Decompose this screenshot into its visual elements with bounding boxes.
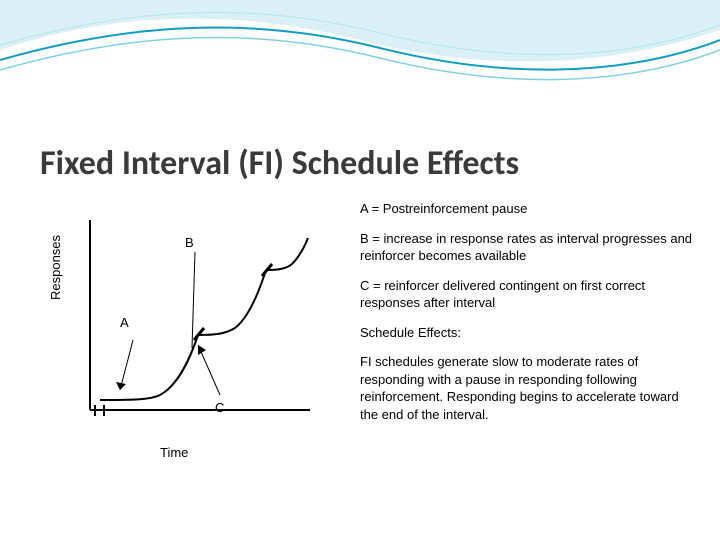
explanation-column: A = Postreinforcement pause B = increase… [360,200,700,500]
chart-label-a: A [120,315,129,330]
chart-label-c: C [215,400,224,415]
pointer-a [120,340,133,390]
arrowhead-a [116,382,126,390]
x-axis-label: Time [160,445,188,460]
legend-b: B = increase in response rates as interv… [360,230,700,265]
curve-segment-1 [100,335,198,400]
curve-segment-2 [198,270,266,335]
pointer-b [192,252,195,348]
legend-c: C = reinforcer delivered contingent on f… [360,277,700,312]
effects-body: FI schedules generate slow to moderate r… [360,353,700,423]
wave-decoration [0,0,720,110]
effects-heading: Schedule Effects: [360,324,700,342]
chart-label-b: B [185,235,194,250]
legend-a: A = Postreinforcement pause [360,200,700,218]
page-title: Fixed Interval (FI) Schedule Effects [40,143,519,184]
content-area: Responses B A [0,200,720,500]
chart-column: Responses B A [0,200,360,500]
